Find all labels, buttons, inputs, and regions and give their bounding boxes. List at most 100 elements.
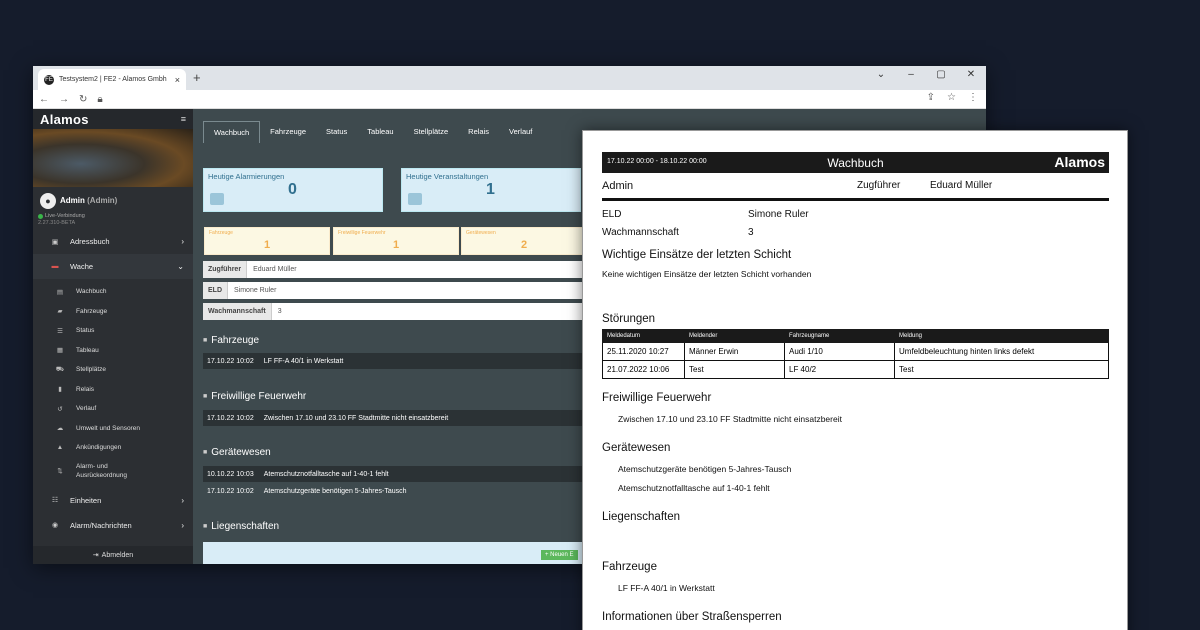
forward-icon[interactable]: → [59, 94, 69, 105]
address-bar[interactable]: ← → ↻ 🔒︎ ⇪ ☆ ⋮ [33, 90, 986, 109]
field-value[interactable]: Simone Ruler [228, 282, 282, 299]
live-status: Live-Verbindung [38, 213, 85, 219]
field-value[interactable]: Eduard Müller [247, 261, 303, 278]
close-tab-icon[interactable]: × [175, 75, 180, 85]
sidebar-subitem-verlauf[interactable]: ↺ Verlauf [33, 399, 193, 419]
subitem-label: Relais [76, 385, 95, 393]
report-section-title: Gerätewesen [602, 442, 671, 454]
column-header: Meldender [684, 329, 785, 343]
card-veranstaltungen[interactable]: Heutige Veranstaltungen 1 [401, 168, 581, 212]
sidebar-item-wache[interactable]: ▬ Wache ⌄ [33, 254, 193, 279]
sidebar-subitem-fahrzeuge[interactable]: ▰ Fahrzeuge [33, 302, 193, 322]
small-card-fahrzeuge[interactable]: Fahrzeuge 1 [204, 227, 330, 255]
alamos-logo: Alamos [40, 111, 89, 127]
sidebar-subitem-aao[interactable]: ⇅ Alarm- und Ausrückeordnung [33, 458, 193, 485]
card-value: 1 [263, 239, 271, 251]
units-icon: ☷ [51, 497, 59, 504]
sidebar-item-alarm-nachrichten[interactable]: ◉ Alarm/Nachrichten › [33, 513, 193, 538]
list-item[interactable]: 17.10.22 10:02 Zwischen 17.10 und 23.10 F… [203, 410, 583, 426]
field-value[interactable]: 3 [272, 303, 288, 320]
section-title: Liegenschaften [211, 521, 280, 532]
new-tab-button[interactable]: + [193, 70, 201, 85]
tab-relais[interactable]: Relais [458, 121, 499, 143]
section-ff: ■ Freiwillige Feuerwehr [203, 391, 306, 402]
user-panel: ● Admin (Admin) Live-Verbindung 2.27.310… [33, 187, 193, 230]
browser-tab[interactable]: FE Testsystem2 | FE2 - Alamos Gmbh × [38, 69, 186, 90]
close-window-icon[interactable]: ✕ [956, 66, 986, 90]
table-cell: Test [684, 360, 785, 379]
truck-icon: ▰ [57, 308, 63, 316]
subitem-label: Verlauf [76, 405, 97, 413]
table-cell: Audi 1/10 [784, 342, 895, 361]
section-liegenschaften: ■ Liegenschaften [203, 521, 279, 532]
small-card-ff[interactable]: Freiwillige Feuerwehr 1 [333, 227, 459, 255]
tab-search-icon[interactable]: ⌄ [866, 66, 896, 90]
alarm-icon: ◉ [51, 522, 59, 529]
sidebar-subitem-ankuendigungen[interactable]: ▲ Ankündigungen [33, 438, 193, 458]
sidebar: Alamos ≡ ● Admin (Admin) Live-Verbindung… [33, 109, 193, 564]
tab-verlauf[interactable]: Verlauf [499, 121, 542, 143]
subitem-label: Umwelt und Sensoren [76, 424, 140, 432]
sidebar-subitem-wachbuch[interactable]: ▤ Wachbuch [33, 282, 193, 302]
liegenschaften-panel [203, 542, 583, 564]
version-text: 2.27.310-BETA [38, 220, 76, 226]
list-item[interactable]: 17.10.22 10:02 LF FF-A 40/1 in Werkstatt [203, 353, 583, 369]
report-section-title: Störungen [602, 313, 656, 325]
section-title: Freiwillige Feuerwehr [211, 391, 307, 402]
small-card-geraete[interactable]: Gerätewesen 2 [461, 227, 587, 255]
logout-button[interactable]: ⇥ Abmelden [33, 546, 193, 564]
user-name: Admin (Admin) [60, 196, 118, 205]
card-title: Heutige Alarmierungen [208, 172, 285, 181]
section-title: Gerätewesen [211, 447, 271, 458]
comment-icon: ■ [203, 449, 208, 456]
back-icon[interactable]: ← [39, 94, 49, 105]
table-row: 21.07.2022 10:06 Test LF 40/2 Test [602, 360, 1109, 379]
field-eld[interactable]: ELD Simone Ruler [203, 282, 583, 299]
table-cell: Test [894, 360, 1109, 379]
menu-dots-icon[interactable]: ⋮ [968, 92, 978, 103]
reload-icon[interactable]: ↻ [79, 94, 87, 105]
field-wachmannschaft[interactable]: Wachmannschaft 3 [203, 303, 583, 320]
sidebar-subitem-tableau[interactable]: ▦ Tableau [33, 341, 193, 361]
report-text: Zwischen 17.10 und 23.10 FF Stadtmitte n… [618, 414, 842, 424]
chevron-right-icon: › [181, 237, 184, 246]
lock-icon: 🔒︎ [97, 93, 103, 105]
new-entry-button[interactable]: + Neuen E [541, 550, 578, 560]
field-zugfuehrer[interactable]: Zugführer Eduard Müller [203, 261, 583, 278]
card-value: 0 [288, 181, 297, 198]
list-item[interactable]: 10.10.22 10:03 Atemschutznotfalltasche au… [203, 466, 583, 482]
card-title: Fahrzeuge [209, 230, 233, 236]
tab-tableau[interactable]: Tableau [357, 121, 403, 143]
report-divider [602, 198, 1109, 201]
sidebar-item-einheiten[interactable]: ☷ Einheiten › [33, 488, 193, 513]
history-icon: ↺ [57, 405, 63, 413]
field-label: Zugführer [203, 261, 248, 278]
report-section-title: Informationen über Straßensperren [602, 611, 782, 623]
sidebar-subitem-status[interactable]: ☰ Status [33, 321, 193, 341]
report-wm-value: 3 [748, 227, 754, 238]
sidebar-item-adressbuch[interactable]: ▣ Adressbuch › [33, 229, 193, 254]
card-alarmierungen[interactable]: Heutige Alarmierungen 0 [203, 168, 383, 212]
tab-wachbuch[interactable]: Wachbuch [203, 121, 261, 143]
sidebar-subitem-stellplaetze[interactable]: ⛟ Stellplätze [33, 360, 193, 380]
tab-fahrzeuge[interactable]: Fahrzeuge [260, 121, 316, 143]
maximize-icon[interactable]: ▢ [926, 66, 956, 90]
card-value: 1 [392, 239, 400, 251]
row-date: 17.10.22 10:02 [207, 414, 254, 422]
column-header: Fahrzeugname [784, 329, 895, 343]
sidebar-subitem-umwelt[interactable]: ☁ Umwelt und Sensoren [33, 419, 193, 439]
table-row: 25.11.2020 10:27 Männer Erwin Audi 1/10 … [602, 342, 1109, 361]
report-section-title: Fahrzeuge [602, 561, 657, 573]
report-text: Keine wichtigen Einsätze der letzten Sch… [602, 269, 812, 279]
chevron-down-icon: ⌄ [177, 262, 184, 271]
hamburger-icon[interactable]: ≡ [181, 114, 186, 124]
table-cell: Männer Erwin [684, 342, 785, 361]
tab-status[interactable]: Status [316, 121, 357, 143]
column-header: Meldedatum [602, 329, 685, 343]
sidebar-subitem-relais[interactable]: ▮ Relais [33, 380, 193, 400]
share-icon[interactable]: ⇪ [927, 92, 935, 103]
bookmark-star-icon[interactable]: ☆ [947, 92, 956, 103]
tab-stellplaetze[interactable]: Stellplätze [404, 121, 459, 143]
list-item[interactable]: 17.10.22 10:02 Atemschutzgeräte benötigen… [203, 483, 583, 499]
minimize-icon[interactable]: – [896, 66, 926, 90]
